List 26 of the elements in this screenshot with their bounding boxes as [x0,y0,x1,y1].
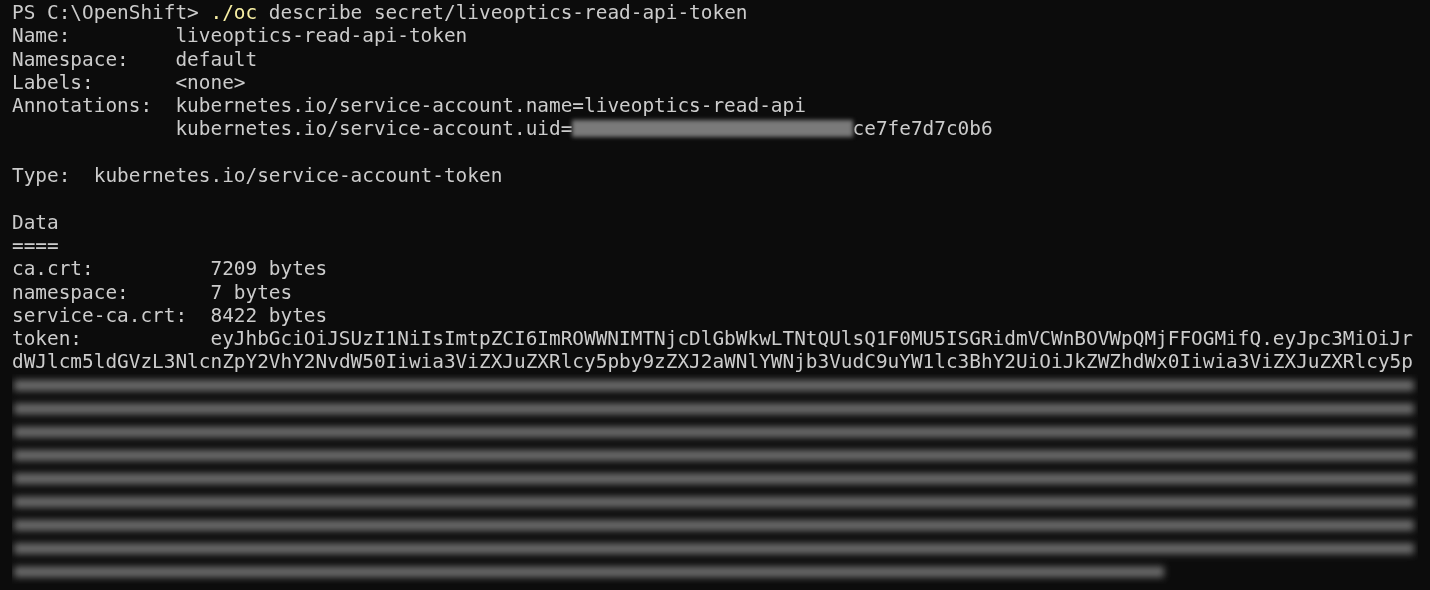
field-value: default [175,47,258,71]
field-label: Namespace: [12,47,130,71]
prompt: PS C:\OpenShift> [12,1,200,25]
field-value: liveoptics-read-api-token [175,24,468,48]
token-text: eyJhbGciOiJSUzI1NiIsImtpZCI6ImROWWNIMTNjcDlGbWkwLTNtQUlsQ1F0MU5ISGRidmVCWnBOVWpQMjFFOGMifQ.eyJpc3MiOiJr [210,327,1413,351]
field-value: ce7fe7d7c0b6 [852,117,993,141]
field-value: 7209 bytes [210,257,328,281]
field-value: kubernetes.io/service-account-token [93,164,503,188]
field-value: kubernetes.io/service-account.uid= [175,117,573,141]
command-name: ./oc [210,1,258,25]
field-label: ca.crt: [12,257,95,281]
field-label: Annotations: [12,94,154,118]
field-label: Type: [12,164,72,188]
field-label: namespace: [12,280,130,304]
section-heading: Data [12,210,59,234]
field-value: kubernetes.io/service-account.name=liveoptics-read-api [175,94,806,118]
field-label: token: [12,327,84,351]
heading-underline: ==== [12,233,59,258]
field-label: Name: [12,24,72,48]
field-label: Labels: [12,70,95,95]
command-args: describe secret/liveoptics-read-api-token [267,1,748,25]
field-value: <none> [175,70,246,95]
field-label: service-ca.crt: [12,303,189,328]
field-value: 8422 bytes [210,303,328,328]
field-value: 7 bytes [210,280,293,304]
token-text: dWJlcm5ldGVzL3NlcnZpY2VhY2NvdW50Iiwia3ViZXJuZXRlcy5pby9zZXJ2aWNlYWNjb3VudC9uYW1lc3BhY2UiOiJkZWZhdWx0Iiwia3ViZXJuZXRlcy5p [12,350,1413,374]
